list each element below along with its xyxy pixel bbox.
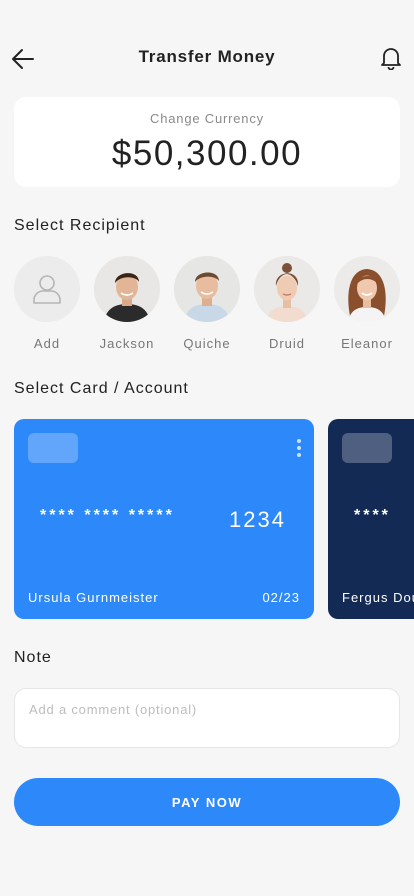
- note-input[interactable]: [14, 688, 400, 748]
- select-card-heading: Select Card / Account: [14, 380, 189, 397]
- transfer-amount: $50,300.00: [111, 134, 303, 173]
- note-heading: Note: [14, 649, 52, 666]
- card-holder-name: Ursula Gurnmeister: [28, 590, 159, 605]
- avatar: [174, 256, 240, 322]
- change-currency-link[interactable]: Change Currency: [14, 111, 400, 126]
- amount-card[interactable]: Change Currency $50,300.00: [14, 97, 400, 187]
- recipient-eleanor[interactable]: Eleanor: [334, 256, 400, 351]
- card-expiry: 02/23: [262, 590, 300, 605]
- card-holder-name: Fergus Dou: [342, 590, 414, 605]
- recipient-druid[interactable]: Druid: [254, 256, 320, 351]
- recipient-name: Jackson: [99, 336, 155, 351]
- bell-icon: [381, 48, 401, 71]
- recipient-name: Eleanor: [341, 336, 393, 351]
- recipient-jackson[interactable]: Jackson: [94, 256, 160, 351]
- payment-card-secondary[interactable]: **** Fergus Dou: [328, 419, 414, 619]
- recipient-name: Druid: [268, 336, 306, 351]
- card-chip-icon: [28, 433, 78, 463]
- pay-now-button[interactable]: PAY NOW: [14, 778, 400, 826]
- recipient-name: Add: [33, 336, 61, 351]
- avatar: [254, 256, 320, 322]
- avatar: [334, 256, 400, 322]
- recipient-name: Quiche: [183, 336, 231, 351]
- page-title: Transfer Money: [138, 47, 276, 66]
- avatar: [94, 256, 160, 322]
- card-masked-number: ****: [354, 507, 391, 524]
- card-carousel[interactable]: **** **** ***** 1234 Ursula Gurnmeister …: [0, 419, 414, 619]
- add-user-icon: [14, 256, 80, 322]
- card-last4: 1234: [229, 507, 286, 532]
- select-recipient-heading: Select Recipient: [14, 217, 146, 234]
- notifications-button[interactable]: [380, 46, 402, 71]
- more-options-icon[interactable]: [296, 439, 302, 459]
- recipient-add[interactable]: Add: [14, 256, 80, 351]
- card-masked-number: **** **** *****: [40, 507, 175, 524]
- recipient-quiche[interactable]: Quiche: [174, 256, 240, 351]
- payment-card-primary[interactable]: **** **** ***** 1234 Ursula Gurnmeister …: [14, 419, 314, 619]
- card-chip-icon: [342, 433, 392, 463]
